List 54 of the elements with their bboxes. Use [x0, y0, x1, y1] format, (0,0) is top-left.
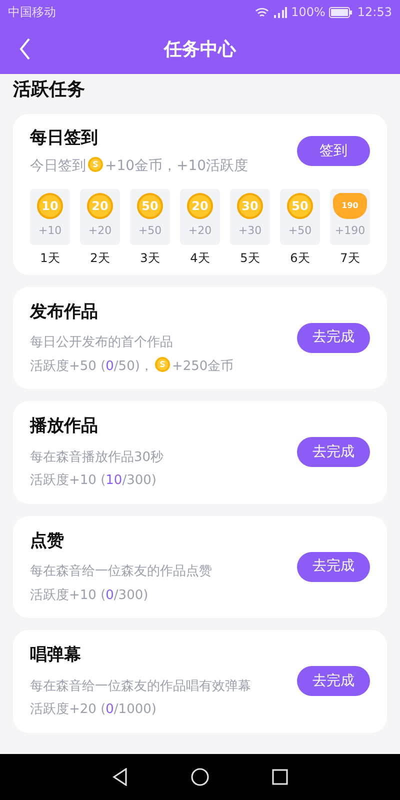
- clock: 12:53: [357, 4, 392, 21]
- task-reward: 活跃度+10 (10/300): [30, 472, 158, 490]
- task-title: 点赞: [30, 530, 65, 552]
- battery-percent: 100%: [291, 4, 326, 21]
- task-description: 每在森音播放作品30秒: [30, 448, 165, 466]
- coin-icon: 20: [87, 193, 113, 220]
- day-label: 7天: [340, 250, 360, 266]
- task-reward: 活跃度+20 (0/1000): [30, 701, 158, 719]
- day-label: 1天: [40, 250, 60, 266]
- task-description: 每在森音给一位森友的作品点赞: [30, 563, 213, 581]
- reward-amount: +50: [288, 223, 312, 240]
- coin-icon: 10: [37, 193, 63, 220]
- reward-amount: +190: [334, 223, 366, 240]
- reward-amount: +30: [238, 223, 262, 240]
- complete-button[interactable]: 去完成: [297, 322, 370, 353]
- day-label: 2天: [90, 250, 110, 266]
- coin-icon: [154, 356, 170, 372]
- page-title: 任务中心: [164, 38, 236, 62]
- coin-icon: [88, 156, 103, 172]
- task-reward: 活跃度+50 (0/50)， +250金币: [30, 356, 235, 376]
- section-title: 活跃任务: [13, 78, 86, 102]
- reward-amount: +20: [88, 223, 112, 240]
- task-title: 唱弹幕: [30, 644, 82, 667]
- complete-button[interactable]: 去完成: [297, 666, 370, 696]
- recents-nav-icon[interactable]: [272, 769, 288, 785]
- task-title: 播放作品: [30, 415, 99, 438]
- coin-icon: 30: [237, 193, 263, 220]
- complete-button[interactable]: 去完成: [297, 552, 370, 582]
- task-description: 每日公开发布的首个作品: [30, 334, 174, 352]
- coin-bag-icon: 190: [333, 193, 367, 220]
- coin-icon: 50: [137, 193, 163, 220]
- back-nav-icon[interactable]: [112, 768, 128, 786]
- task-reward: 活跃度+10 (0/300): [30, 586, 150, 604]
- back-icon: [19, 38, 31, 60]
- battery-icon: [329, 6, 354, 18]
- card-title: 每日签到: [30, 127, 99, 150]
- task-description: 每在森音给一位森友的作品唱有效弹幕: [30, 678, 252, 696]
- reward-amount: +20: [188, 223, 212, 240]
- home-nav-icon[interactable]: [190, 768, 209, 786]
- coin-icon: 20: [187, 193, 213, 220]
- card-description: 今日签到 +10金币，+10活跃度: [30, 156, 250, 176]
- carrier-label: 中国移动: [8, 4, 56, 21]
- day-label: 3天: [140, 250, 160, 266]
- checkin-button[interactable]: 签到: [297, 136, 370, 166]
- coin-icon: 50: [287, 193, 313, 220]
- task-title: 发布作品: [30, 300, 99, 324]
- complete-button[interactable]: 去完成: [297, 437, 370, 468]
- day-label: 5天: [240, 250, 260, 266]
- day-label: 4天: [190, 250, 210, 266]
- day-label: 6天: [290, 250, 310, 266]
- reward-amount: +10: [38, 223, 62, 240]
- wifi-icon: [255, 6, 270, 18]
- signal-icon: [273, 6, 288, 18]
- reward-amount: +50: [138, 223, 162, 240]
